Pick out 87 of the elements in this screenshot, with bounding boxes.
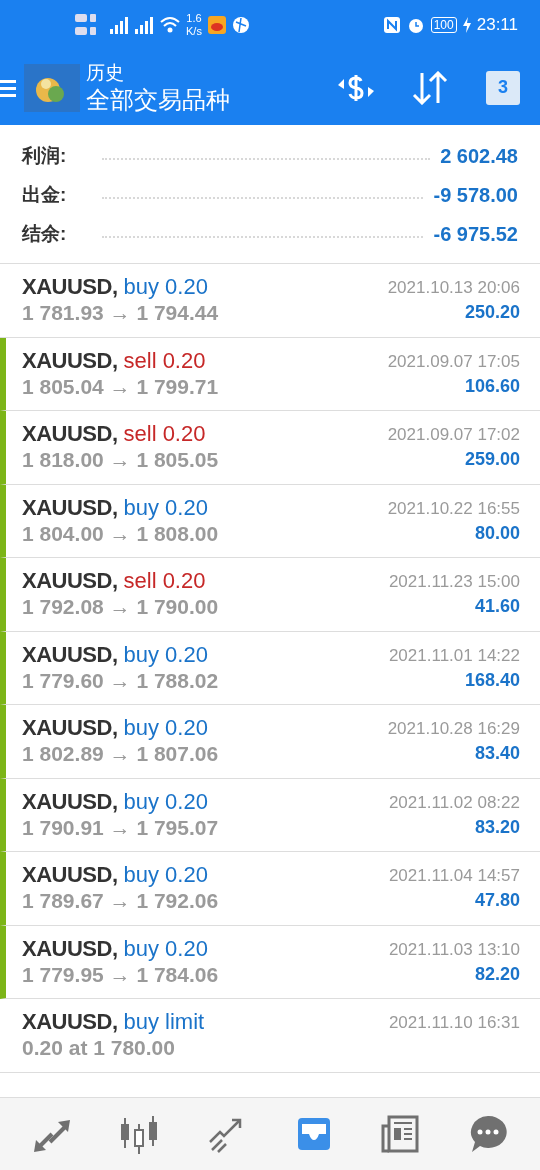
wifi-icon: [160, 16, 180, 34]
profit-value: 83.40: [474, 742, 520, 766]
price-range: 1 802.89 → 1 807.06: [22, 741, 220, 768]
trade-time: 2021.11.10 16:31: [388, 1012, 520, 1035]
symbol-name: XAUUSD,: [22, 935, 118, 962]
globe-icon: [231, 16, 250, 34]
summary-value: -9 578.00: [433, 183, 518, 208]
symbol-name: XAUUSD,: [22, 274, 118, 301]
history-row[interactable]: XAUUSD, buy 0.20 1 789.67 → 1 792.06 2021.11.04 14:57 47.80: [0, 852, 540, 926]
profit-value: 41.60: [474, 595, 520, 619]
profit-value: 250.20: [464, 301, 520, 325]
charging-icon: [462, 17, 471, 33]
screen-title: 历史: [86, 60, 125, 85]
network-speed-unit: K/s: [186, 25, 202, 38]
trade-action: buy 0.20: [123, 715, 208, 742]
network-speed: 1.6: [186, 12, 202, 25]
price-range: 1 790.91 → 1 795.07: [22, 814, 220, 841]
symbol-name: XAUUSD,: [22, 641, 118, 668]
trade-time: 2021.10.28 16:29: [387, 718, 520, 741]
alarm-icon: [406, 16, 425, 34]
history-row[interactable]: XAUUSD, buy limit 0.20 at 1 780.00 2021.11.10 16:31: [0, 999, 540, 1073]
menu-icon[interactable]: [0, 77, 16, 98]
profit-value: 168.40: [464, 668, 520, 692]
sort-arrows-icon[interactable]: [410, 70, 450, 105]
symbol-name: XAUUSD,: [22, 494, 118, 521]
trade-action: buy 0.20: [123, 862, 208, 889]
clock-time: 23:11: [476, 14, 518, 37]
trade-action: buy 0.20: [123, 641, 208, 668]
price-range: 1 792.08 → 1 790.00: [22, 594, 220, 621]
symbol-name: XAUUSD,: [22, 347, 118, 374]
profit-value: 259.00: [464, 448, 520, 472]
trade-action: buy 0.20: [123, 788, 208, 815]
trade-time: 2021.11.03 13:10: [388, 938, 520, 961]
price-range: 1 789.67 → 1 792.06: [22, 888, 220, 915]
battery-level: 100: [430, 17, 457, 33]
trade-time: 2021.10.13 20:06: [387, 277, 520, 300]
price-range: 1 779.60 → 1 788.02: [22, 667, 220, 694]
order-details: 0.20 at 1 780.00: [22, 1035, 176, 1062]
summary-value: -6 975.52: [433, 222, 518, 247]
history-row[interactable]: XAUUSD, sell 0.20 1 792.08 → 1 790.00 2021.11.23 15:00 41.60: [0, 558, 540, 632]
trade-action: sell 0.20: [123, 568, 206, 595]
trade-action: buy 0.20: [123, 935, 208, 962]
trade-time: 2021.11.01 14:22: [388, 644, 520, 667]
profit-value: 47.80: [474, 889, 520, 913]
symbol-name: XAUUSD,: [22, 1009, 118, 1036]
history-row[interactable]: XAUUSD, buy 0.20 1 779.95 → 1 784.06 2021.11.03 13:10 82.20: [0, 925, 540, 999]
profit-value: 82.20: [474, 962, 520, 986]
history-row[interactable]: XAUUSD, buy 0.20 1 779.60 → 1 788.02 2021.11.01 14:22 168.40: [0, 631, 540, 705]
history-row[interactable]: XAUUSD, buy 0.20 1 790.91 → 1 795.07 2021.11.02 08:22 83.20: [0, 778, 540, 852]
trade-time: 2021.11.23 15:00: [388, 571, 520, 594]
history-row[interactable]: XAUUSD, buy 0.20 1 804.00 → 1 808.00 2021.10.22 16:55 80.00: [0, 484, 540, 558]
profit-value: 83.20: [474, 815, 520, 839]
price-range: 1 805.04 → 1 799.71: [22, 373, 220, 400]
summary-value: 2 602.48: [440, 144, 518, 169]
trade-time: 2021.09.07 17:02: [387, 424, 520, 447]
trade-action: sell 0.20: [123, 347, 206, 374]
trade-action: sell 0.20: [123, 421, 206, 448]
trade-action: buy 0.20: [123, 274, 208, 301]
trade-time: 2021.11.04 14:57: [388, 865, 520, 888]
app-notification-icon: [207, 16, 226, 34]
trade-action: buy limit: [123, 1009, 205, 1036]
trade-time: 2021.10.22 16:55: [387, 497, 520, 520]
trade-time: 2021.09.07 17:05: [387, 350, 520, 373]
symbol-name: XAUUSD,: [22, 568, 118, 595]
price-range: 1 804.00 → 1 808.00: [22, 520, 220, 547]
summary-label: 利润:: [22, 143, 68, 168]
price-range: 1 779.95 → 1 784.06: [22, 961, 220, 988]
profit-value: 106.60: [464, 374, 520, 398]
symbol-name: XAUUSD,: [22, 788, 118, 815]
history-row[interactable]: XAUUSD, buy 0.20 1 781.93 → 1 794.44 2021.10.13 20:06 250.20: [0, 264, 540, 338]
summary-label: 出金:: [22, 182, 68, 207]
symbol-name: XAUUSD,: [22, 715, 118, 742]
nfc-icon: [382, 16, 401, 34]
symbol-filter[interactable]: 全部交易品种: [86, 84, 230, 115]
app-logo-icon: [24, 63, 80, 112]
history-row[interactable]: XAUUSD, buy 0.20 1 802.89 → 1 807.06 2021.10.28 16:29 83.40: [0, 705, 540, 779]
trade-time: 2021.11.02 08:22: [388, 791, 520, 814]
symbol-name: XAUUSD,: [22, 862, 118, 889]
history-row[interactable]: XAUUSD, sell 0.20 1 818.00 → 1 805.05 2021.09.07 17:02 259.00: [0, 411, 540, 485]
trade-action: buy 0.20: [123, 494, 208, 521]
sim-card-icon: [74, 12, 98, 38]
profit-value: 80.00: [474, 521, 520, 545]
symbol-name: XAUUSD,: [22, 421, 118, 448]
price-range: 1 818.00 → 1 805.05: [22, 447, 220, 474]
price-range: 1 781.93 → 1 794.44: [22, 300, 220, 327]
summary-label: 结余:: [22, 221, 68, 246]
history-row[interactable]: XAUUSD, sell 0.20 1 805.04 → 1 799.71 2021.09.07 17:05 106.60: [0, 337, 540, 411]
